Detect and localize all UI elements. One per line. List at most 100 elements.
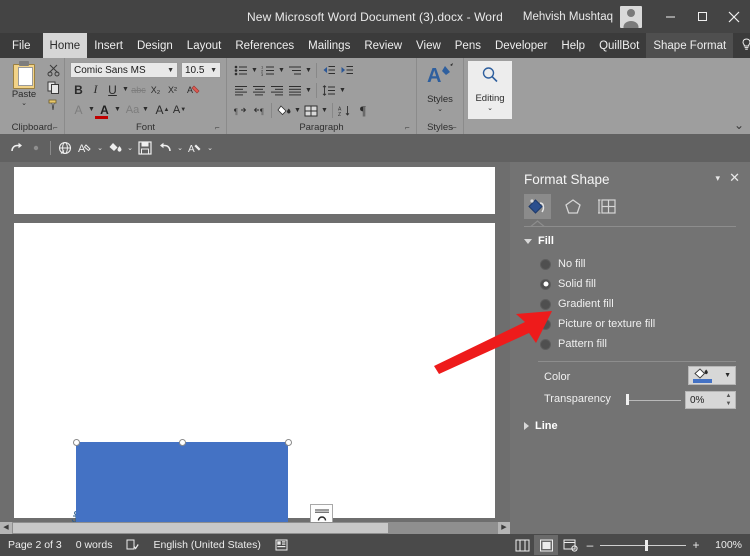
option-picture-or-texture-fill[interactable]: Picture or texture fill [540,318,655,330]
option-pattern-fill[interactable]: Pattern fill [540,338,607,350]
minimize-button[interactable] [654,0,686,33]
font-color-button[interactable]: A [95,101,113,119]
shrink-font-button[interactable]: A ▼ [171,101,188,118]
borders-chevron-down-icon[interactable]: ▼ [320,107,329,114]
paragraph-dialog-launcher[interactable]: ⌐ [405,124,413,132]
zoom-slider-thumb[interactable] [645,539,648,551]
gradient-fill-radio[interactable] [540,298,551,310]
italic-button[interactable]: I [87,81,104,98]
paste-button[interactable]: Paste ⌄ [6,61,42,107]
no-fill-radio[interactable] [540,258,551,270]
fill-color-picker-button[interactable]: ▼ [688,366,736,385]
tab-layout[interactable]: Layout [180,33,229,58]
decrease-indent-button[interactable] [320,62,338,79]
account-name[interactable]: Mehvish Mushtaq [523,11,613,23]
option-no-fill[interactable]: No fill [540,258,586,270]
font-name-combobox[interactable]: Comic Sans MS ▼ [70,62,178,78]
shading-chevron-down-icon[interactable]: ▼ [293,107,302,114]
panel-tab-effects[interactable] [559,194,586,219]
numbering-chevron-down-icon[interactable]: ▼ [277,67,286,74]
fill-color-chevron-down-icon[interactable]: ▼ [724,372,731,379]
save-button[interactable] [135,138,155,158]
maximize-button[interactable] [686,0,718,33]
tab-quillbot[interactable]: QuillBot [592,33,646,58]
resize-handle-top-right[interactable] [284,438,292,446]
text-effects-qat-button[interactable]: A [75,138,95,158]
scroll-left-button[interactable]: ◀ [0,522,12,534]
option-gradient-fill[interactable]: Gradient fill [540,298,614,310]
accessibility-checker-icon[interactable] [275,539,288,551]
align-left-button[interactable] [232,82,250,99]
bold-button[interactable]: B [70,81,87,98]
bullets-chevron-down-icon[interactable]: ▼ [250,67,259,74]
font-name-chevron-down-icon[interactable]: ▼ [167,67,174,74]
styles-dialog-launcher[interactable]: ⌐ [452,124,460,132]
shading-qat-button[interactable] [105,138,125,158]
transparency-slider-track[interactable] [627,400,681,401]
change-case-chevron-down-icon[interactable]: ▼ [141,106,150,113]
borders-button[interactable] [302,102,320,119]
proofing-errors-icon[interactable] [126,539,140,551]
zoom-level[interactable]: 100% [712,539,742,551]
ltr-text-direction-button[interactable]: ¶ [232,102,250,119]
copy-button[interactable] [44,79,62,96]
avatar[interactable] [620,5,642,28]
fill-section-header[interactable]: Fill [524,235,554,247]
zoom-slider[interactable] [600,539,686,551]
horizontal-scrollbar[interactable]: ◀ ▶ [0,522,510,534]
tell-me-box[interactable]: Tell me [733,33,750,58]
underline-button[interactable]: U [104,81,121,98]
font-color-chevron-down-icon[interactable]: ▼ [113,106,122,113]
underline-chevron-down-icon[interactable]: ▼ [121,86,130,93]
paste-chevron-icon[interactable]: ⌄ [6,100,42,107]
cut-button[interactable] [44,62,62,79]
panel-options-chevron-down-icon[interactable]: ▾ [715,173,720,184]
shading-button[interactable] [275,102,293,119]
transparency-spinner[interactable]: ▲ ▼ [724,393,733,407]
text-effects-chevron-down-icon[interactable]: ▼ [87,106,96,113]
zoom-in-button[interactable]: + [688,538,704,552]
document-canvas[interactable] [0,162,510,534]
font-size-chevron-down-icon[interactable]: ▼ [210,67,217,74]
undo-chevron-down-icon[interactable]: ⌄ [175,144,185,152]
justify-button[interactable] [286,82,304,99]
web-layout-button[interactable] [558,535,582,555]
customize-quick-access-toolbar-button[interactable]: ⌄ [205,144,215,152]
numbering-button[interactable]: 123 [259,62,277,79]
text-effects-button[interactable]: A [70,101,87,118]
tab-mailings[interactable]: Mailings [301,33,357,58]
tab-shape-format[interactable]: Shape Format [646,33,734,58]
language-indicator[interactable]: English (United States) [153,539,260,551]
font-size-combobox[interactable]: 10.5 ▼ [181,62,221,78]
align-right-button[interactable] [268,82,286,99]
bullets-button[interactable] [232,62,250,79]
undo-button[interactable] [155,138,175,158]
tab-file[interactable]: File [0,33,43,58]
editing-chevron-icon[interactable]: ⌄ [468,105,512,112]
touch-mode-button[interactable] [26,138,46,158]
format-painter-qat-button[interactable]: A [185,138,205,158]
resize-handle-top-center[interactable] [178,438,186,446]
strikethrough-button[interactable]: abc [130,81,147,98]
styles-button[interactable]: A Styles ⌄ [421,62,459,113]
read-mode-button[interactable] [510,535,534,555]
tab-developer[interactable]: Developer [488,33,554,58]
close-button[interactable] [718,0,750,33]
collapse-ribbon-button[interactable]: ⌄ [734,118,744,132]
editing-button[interactable]: Editing ⌄ [468,61,512,119]
tab-references[interactable]: References [228,33,301,58]
web-layout-button[interactable] [55,138,75,158]
font-dialog-launcher[interactable]: ⌐ [215,124,223,132]
clear-formatting-button[interactable]: A [185,81,202,98]
page-indicator[interactable]: Page 2 of 3 [8,539,62,551]
zoom-out-button[interactable]: – [582,538,598,552]
pattern-fill-radio[interactable] [540,338,551,350]
line-section-header[interactable]: Line [524,420,558,432]
superscript-button[interactable]: X² [164,81,181,98]
solid-fill-radio[interactable] [540,278,551,290]
tab-insert[interactable]: Insert [87,33,130,58]
picture-or-texture-fill-radio[interactable] [540,318,551,330]
tab-view[interactable]: View [409,33,448,58]
option-solid-fill[interactable]: Solid fill [540,278,596,290]
transparency-spinbox[interactable]: 0% ▲ ▼ [685,391,736,409]
